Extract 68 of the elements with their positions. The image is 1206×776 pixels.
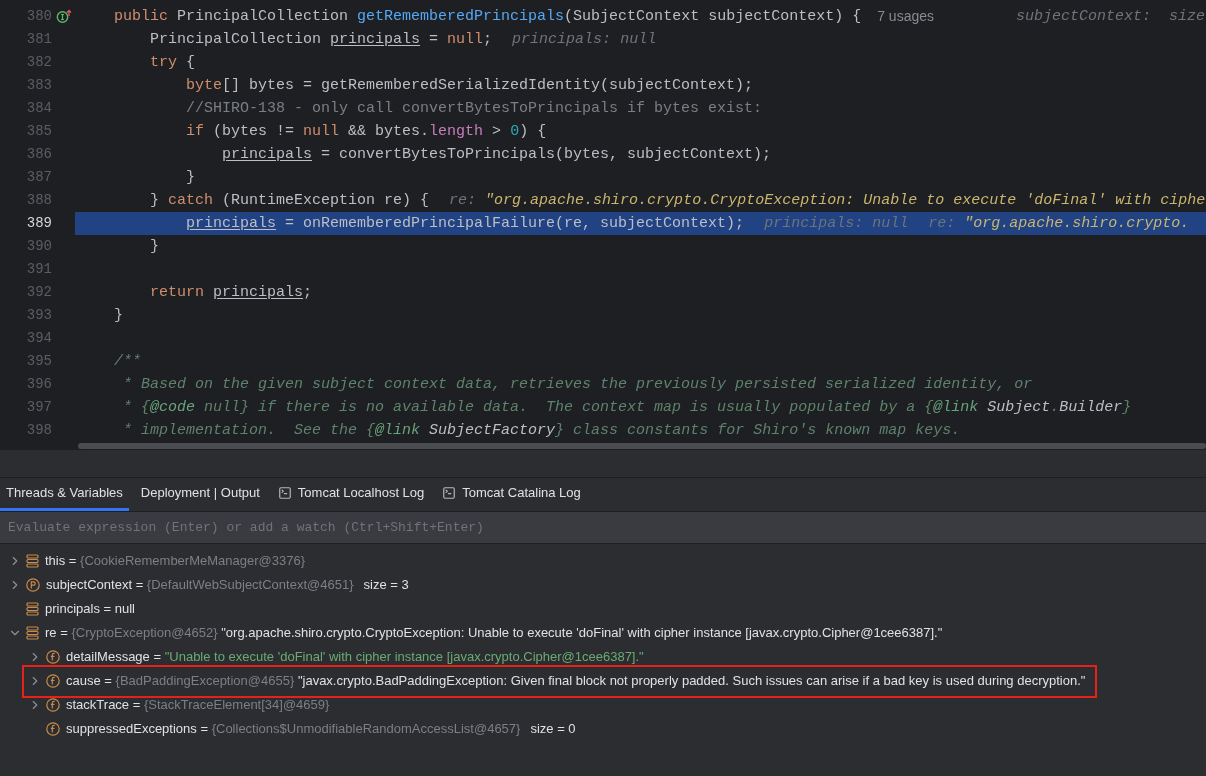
code-text: return principals; [149, 283, 313, 303]
code-text: } [185, 168, 196, 188]
variable-entry[interactable]: principals = null [45, 599, 135, 619]
implements-marker-icon[interactable] [55, 9, 72, 24]
code-text: PrincipalCollection principals = null; [149, 30, 493, 50]
field-icon [46, 650, 60, 664]
line-number: 390 [25, 237, 52, 256]
parameter-icon [26, 578, 40, 592]
line-number: 383 [25, 76, 52, 95]
usages-link[interactable]: 7 usages [877, 4, 934, 29]
code-text: public PrincipalCollection getRememberedPrincipals(SubjectContext subjectContext) { [113, 7, 862, 27]
variable-icon [26, 602, 39, 616]
field-icon [46, 722, 60, 736]
inlay-hint: principals: null [512, 30, 657, 50]
line-number: 388 [25, 191, 52, 210]
line-number: 391 [25, 260, 52, 279]
code-text: byte[] bytes = getRememberedSerializedIdentity(subjectContext); [185, 76, 754, 96]
code-text: principals = onRememberedPrincipalFailure(re, subjectContext); [185, 214, 745, 234]
line-number: 381 [25, 30, 52, 49]
terminal-icon [442, 485, 457, 500]
code-text: principals = convertBytesToPrincipals(bytes, subjectContext); [221, 145, 772, 165]
line-number: 395 [25, 352, 52, 371]
code-text: /** [113, 352, 141, 372]
line-number: 398 [25, 421, 52, 440]
panel-tab[interactable]: Tomcat Localhost Log [271, 477, 431, 511]
line-number: 397 [25, 398, 52, 417]
variable-entry[interactable]: this = {CookieRememberMeManager@3376} [45, 551, 305, 571]
line-number: 393 [25, 306, 52, 325]
inlay-hint: re: "org.apache.shiro.crypto.CryptoException: Unable to execute 'doFinal' with ciphe [449, 191, 1206, 211]
variable-entry[interactable]: cause = {BadPaddingException@4655} "javax.crypto.BadPaddingException: Given final block not properly padded. Such issues can arise if a bad key is used during decryption." [66, 671, 1086, 691]
evaluate-expression-field[interactable]: Evaluate expression (Enter) or add a watch (Ctrl+Shift+Enter) [0, 512, 1206, 544]
panel-tab[interactable]: Tomcat Catalina Log [436, 477, 587, 511]
line-number: 385 [25, 122, 52, 141]
line-number: 394 [25, 329, 52, 348]
code-text: try { [149, 53, 196, 73]
variable-entry[interactable]: stackTrace = {StackTraceElement[34]@4659} [66, 695, 330, 715]
variable-icon [26, 626, 39, 640]
code-text: //SHIRO-138 - only call convertBytesToPrincipals if bytes exist: [185, 99, 763, 119]
line-number: 387 [25, 168, 52, 187]
line-number: 382 [25, 53, 52, 72]
line-number: 384 [25, 99, 52, 118]
inlay-hint: principals: null [764, 214, 909, 234]
line-number: 392 [25, 283, 52, 302]
code-text: * implementation. See the {@link SubjectFactory} class constants for Shiro's known map keys. [122, 421, 961, 441]
variable-entry[interactable]: re = {CryptoException@4652} "org.apache.shiro.crypto.CryptoException: Unable to execute 'doFinal' with cipher instance [javax.crypto.Cipher@1cee6387]." [45, 623, 943, 643]
horizontal-scrollbar[interactable] [78, 443, 1206, 449]
variable-entry[interactable]: detailMessage = "Unable to execute 'doFinal' with cipher instance [javax.crypto.Cipher@1cee6387]." [66, 647, 644, 667]
panel-tab[interactable]: Deployment | Output [134, 477, 266, 511]
code-text: * {@code null} if there is no available data. The context map is usually populated by a {@link Subject.Builder} [122, 398, 1132, 418]
terminal-icon [277, 485, 292, 500]
inlay-hint: subjectContext: size [1015, 7, 1205, 27]
field-icon [46, 698, 60, 712]
code-text: } catch (RuntimeException re) { [149, 191, 430, 211]
variable-icon [26, 554, 39, 568]
variable-entry[interactable]: suppressedExceptions = {Collections$UnmodifiableRandomAccessList@4657} [66, 719, 521, 739]
variable-entry[interactable]: subjectContext = {DefaultWebSubjectContext@4651} [46, 575, 354, 595]
line-number: 389 [25, 214, 52, 233]
code-text: if (bytes != null && bytes.length > 0) { [185, 122, 547, 142]
size-label: size = 3 [363, 576, 409, 595]
size-label: size = 0 [530, 720, 576, 739]
code-text: * Based on the given subject context data, retrieves the previously persisted serialized identity, or [122, 375, 1033, 395]
line-number: 380 [25, 7, 52, 26]
line-number: 386 [25, 145, 52, 164]
line-number: 396 [25, 375, 52, 394]
field-icon [46, 674, 60, 688]
code-text: } [149, 237, 159, 257]
inlay-hint: re: "org.apache.shiro.crypto. [928, 214, 1190, 234]
code-text: } [113, 306, 123, 326]
